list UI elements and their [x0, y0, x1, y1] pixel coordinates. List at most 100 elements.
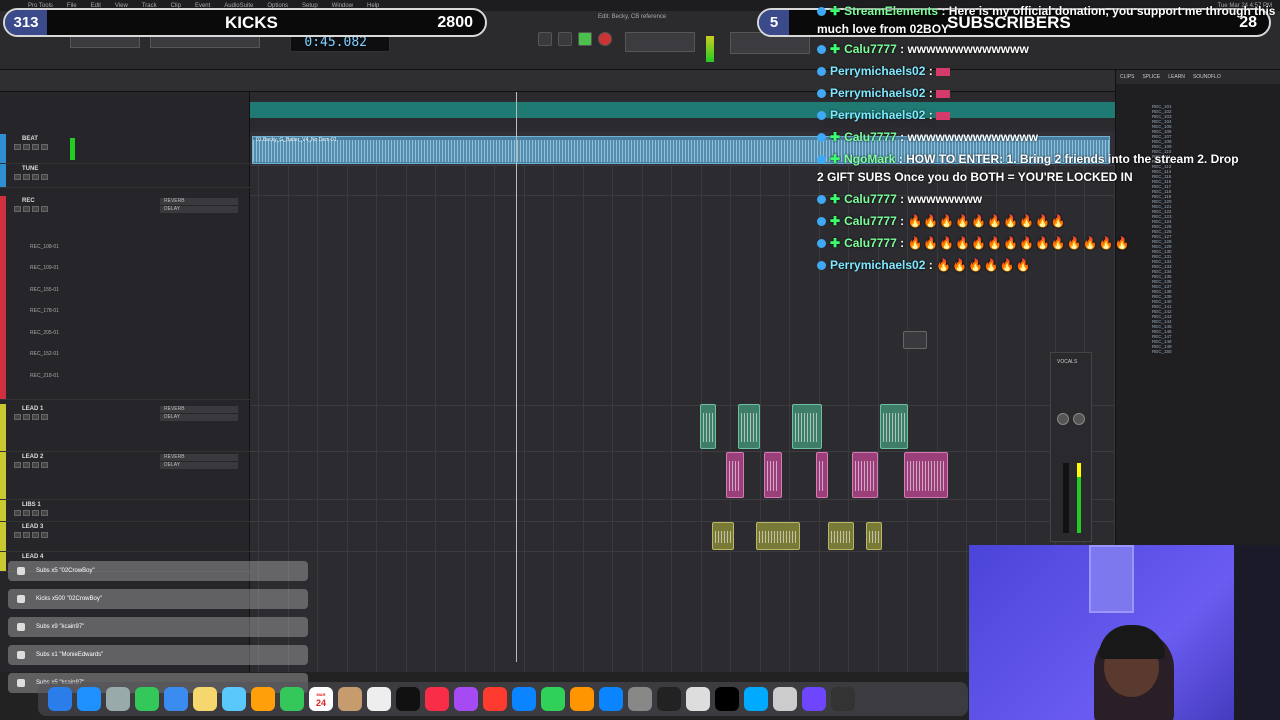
insert-slot[interactable]: DELAY	[160, 206, 238, 213]
insert-slot[interactable]: DELAY	[160, 414, 238, 421]
launchpad-icon[interactable]	[106, 687, 130, 711]
insert-slot[interactable]: DELAY	[160, 462, 238, 469]
audio-clip[interactable]	[738, 404, 760, 449]
photos-icon[interactable]	[251, 687, 275, 711]
news-icon[interactable]	[483, 687, 507, 711]
maps-icon[interactable]	[222, 687, 246, 711]
volume-fader[interactable]	[1063, 463, 1069, 533]
avid-icon[interactable]	[802, 687, 826, 711]
track-name[interactable]: LEAD 2	[22, 454, 43, 460]
pan-knob-right[interactable]	[1073, 413, 1085, 425]
track-buttons[interactable]	[14, 532, 48, 538]
track-buttons[interactable]	[14, 144, 48, 150]
edit-tools[interactable]	[150, 36, 260, 48]
facetime-icon[interactable]	[280, 687, 304, 711]
safari-icon[interactable]	[77, 687, 101, 711]
audio-clip[interactable]	[903, 331, 927, 349]
track-name[interactable]: TUNE	[22, 166, 38, 172]
mixer-strip[interactable]: VOCALS	[1050, 352, 1092, 542]
lane-lead-1[interactable]	[250, 404, 1115, 452]
tv-icon[interactable]	[396, 687, 420, 711]
track-lead-2[interactable]: LEAD 2 REVERB DELAY	[0, 452, 250, 500]
audio-clip[interactable]	[756, 522, 800, 550]
logic-icon[interactable]	[686, 687, 710, 711]
playlist-lane[interactable]: REC_152-01	[30, 351, 59, 357]
track-rec[interactable]: REC REVERB DELAY REC_108-01 REC_109-01 R…	[0, 196, 250, 400]
stop-button[interactable]	[558, 32, 572, 46]
lane-lead-2[interactable]	[250, 452, 1115, 500]
track-list: BEAT TUNE REC REVERB DELAY REC_108-01 RE…	[0, 92, 250, 672]
audio-clip[interactable]	[764, 452, 782, 498]
track-name[interactable]: LEAD 1	[22, 406, 43, 412]
record-button[interactable]	[598, 32, 612, 46]
finder-icon[interactable]	[48, 687, 72, 711]
audio-clip[interactable]	[866, 522, 882, 550]
playlist-lane[interactable]: REC_205-01	[30, 330, 59, 336]
track-lead-3[interactable]: LEAD 3	[0, 522, 250, 552]
insert-slot[interactable]: REVERB	[160, 454, 238, 461]
track-name[interactable]: LIBS 1	[22, 502, 41, 508]
quicktime-icon[interactable]	[657, 687, 681, 711]
track-inserts[interactable]: REVERB DELAY	[160, 198, 238, 214]
track-color	[0, 500, 6, 521]
keynote-icon[interactable]	[512, 687, 536, 711]
playlist-lane[interactable]: REC_218-01	[30, 373, 59, 379]
playlist-lane[interactable]: REC_109-01	[30, 265, 59, 271]
compressor-icon[interactable]	[773, 687, 797, 711]
circle-app-icon[interactable]	[744, 687, 768, 711]
audio-clip[interactable]	[904, 452, 948, 498]
audio-clip[interactable]	[726, 452, 744, 498]
track-name[interactable]: LEAD 3	[22, 524, 43, 530]
track-buttons[interactable]	[14, 414, 48, 420]
ilok-icon[interactable]	[715, 687, 739, 711]
track-name[interactable]: BEAT	[22, 136, 38, 142]
calendar-icon[interactable]: MAR 24	[309, 687, 333, 711]
audio-clip[interactable]	[712, 522, 734, 550]
settings-icon[interactable]	[628, 687, 652, 711]
plugin-icon[interactable]	[831, 687, 855, 711]
loop-button[interactable]	[538, 32, 552, 46]
podcasts-icon[interactable]	[454, 687, 478, 711]
edit-mode-buttons[interactable]	[70, 36, 140, 48]
audio-clip[interactable]	[828, 522, 854, 550]
audio-clip[interactable]	[852, 452, 878, 498]
track-name[interactable]: REC	[22, 198, 35, 204]
track-name[interactable]: LEAD 4	[22, 554, 43, 560]
track-tune[interactable]: TUNE	[0, 164, 250, 188]
insert-slot[interactable]: REVERB	[160, 198, 238, 205]
playlist-lane[interactable]: REC_178-01	[30, 308, 59, 314]
track-libs-1[interactable]: LIBS 1	[0, 500, 250, 522]
audio-clip[interactable]	[816, 452, 828, 498]
pages-icon[interactable]	[570, 687, 594, 711]
lane-libs-1[interactable]	[250, 500, 1115, 522]
playhead[interactable]	[516, 92, 517, 662]
box-icon[interactable]	[338, 687, 362, 711]
playlist-lane[interactable]: REC_155-01	[30, 287, 59, 293]
play-button[interactable]	[578, 32, 592, 46]
chat-username: Perrymichaels02	[830, 108, 926, 122]
mail-icon[interactable]	[164, 687, 188, 711]
reminders-icon[interactable]	[367, 687, 391, 711]
messages-icon[interactable]	[135, 687, 159, 711]
audio-clip[interactable]	[700, 404, 716, 449]
numbers-icon[interactable]	[541, 687, 565, 711]
insert-slot[interactable]: REVERB	[160, 406, 238, 413]
track-buttons[interactable]	[14, 462, 48, 468]
track-inserts[interactable]: REVERB DELAY	[160, 454, 238, 470]
appstore-icon[interactable]	[599, 687, 623, 711]
clip-list-item[interactable]: REC_150	[1116, 349, 1280, 354]
midi-controls[interactable]	[625, 32, 695, 52]
audio-clip[interactable]	[792, 404, 822, 449]
pan-knob-left[interactable]	[1057, 413, 1069, 425]
track-buttons[interactable]	[14, 206, 48, 212]
screen: Pro Tools File Edit View Track Clip Event Audio…	[0, 0, 1280, 720]
playlist-lane[interactable]: REC_108-01	[30, 244, 59, 250]
track-inserts[interactable]: REVERB DELAY	[160, 406, 238, 422]
track-buttons[interactable]	[14, 174, 48, 180]
track-beat[interactable]: BEAT	[0, 134, 250, 164]
track-buttons[interactable]	[14, 510, 48, 516]
track-lead-1[interactable]: LEAD 1 REVERB DELAY	[0, 404, 250, 452]
audio-clip[interactable]	[880, 404, 908, 449]
notes-icon[interactable]	[193, 687, 217, 711]
music-icon[interactable]	[425, 687, 449, 711]
